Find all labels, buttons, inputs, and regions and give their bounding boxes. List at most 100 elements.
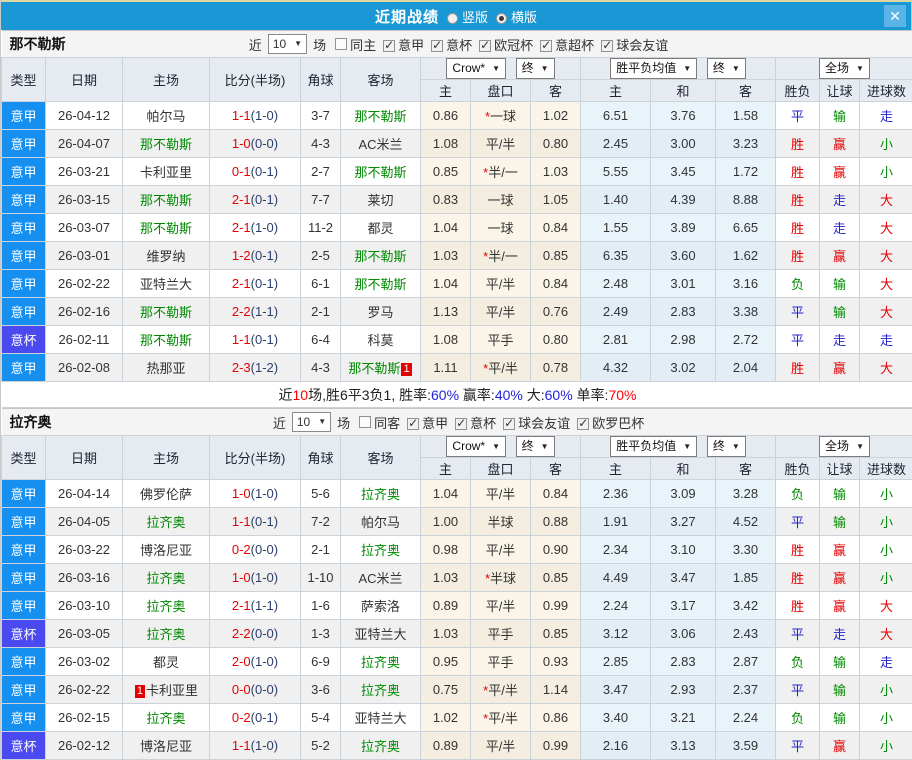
layout-radio[interactable] xyxy=(496,13,507,24)
cell-handicap: 平/半 xyxy=(471,732,531,760)
cell-avg-away: 3.38 xyxy=(716,298,776,326)
cell-corner: 11-2 xyxy=(301,214,341,242)
cell-avg-home: 1.91 xyxy=(581,508,651,536)
result-flag: 走 xyxy=(833,627,846,642)
col-header-away: 客场 xyxy=(341,58,421,102)
cell-corner: 2-1 xyxy=(301,536,341,564)
cell-type: 意甲 xyxy=(2,186,46,214)
odds-provider-select[interactable]: Crow* xyxy=(446,58,506,79)
cell-result-wdl: 负 xyxy=(776,704,820,732)
recent-results-panel: 近期战绩 竖版横版 那不勒斯 近 10 场 xyxy=(0,0,912,760)
league-checkbox[interactable] xyxy=(540,40,552,52)
cell-result-handicap: 赢 xyxy=(820,242,860,270)
average-final-select[interactable]: 终 xyxy=(707,436,746,457)
scope-select[interactable]: 全场 xyxy=(819,436,870,457)
average-odds-select[interactable]: 胜平负均值 xyxy=(610,58,697,79)
cell-home-team: 那不勒斯 xyxy=(123,214,210,242)
away-team-name: 拉齐奥 xyxy=(361,543,400,558)
away-team-name: 那不勒斯 xyxy=(354,109,406,124)
average-odds-select[interactable]: 胜平负均值 xyxy=(610,436,697,457)
filters-bar: 近 10 场 同客 意甲意杯球会友谊欧罗巴杯 xyxy=(271,412,644,432)
cell-odds-away: 0.99 xyxy=(531,592,581,620)
cell-handicap: 一球 xyxy=(471,186,531,214)
cell-type: 意甲 xyxy=(2,676,46,704)
league-checkbox[interactable] xyxy=(407,418,419,430)
fulltime-score: 1-1 xyxy=(232,514,251,529)
result-flag: 小 xyxy=(880,487,893,502)
league-checkbox[interactable] xyxy=(479,40,491,52)
same-venue-checkbox[interactable] xyxy=(359,416,371,428)
cell-home-team: 佛罗伦萨 xyxy=(123,480,210,508)
home-team-name: 1卡利亚里 xyxy=(134,683,198,698)
match-row: 意甲26-04-05拉齐奥1-1(0-1)7-2帕尔马1.00半球0.881.9… xyxy=(2,508,912,536)
col-header-score: 比分(半场) xyxy=(210,58,301,102)
result-flag: 大 xyxy=(880,221,893,236)
league-checkbox[interactable] xyxy=(431,40,443,52)
cell-corner: 6-1 xyxy=(301,270,341,298)
odds-final-select[interactable]: 终 xyxy=(516,436,555,457)
cell-avg-draw: 3.13 xyxy=(651,732,716,760)
red-number-badge: 1 xyxy=(401,363,411,376)
close-button[interactable] xyxy=(884,5,906,27)
result-flag: 胜 xyxy=(791,165,804,180)
result-flag: 胜 xyxy=(791,361,804,376)
away-team-name: 那不勒斯1 xyxy=(348,361,412,376)
league-checkbox[interactable] xyxy=(455,418,467,430)
odds-final-select[interactable]: 终 xyxy=(516,58,555,79)
league-checkbox[interactable] xyxy=(383,40,395,52)
cell-odds-away: 0.88 xyxy=(531,508,581,536)
same-venue-checkbox[interactable] xyxy=(335,38,347,50)
cell-result-wdl: 胜 xyxy=(776,186,820,214)
cell-corner: 2-1 xyxy=(301,298,341,326)
cell-result-goals: 大 xyxy=(860,270,912,298)
league-checkbox[interactable] xyxy=(601,40,613,52)
match-count-select[interactable]: 10 xyxy=(292,412,331,432)
cell-date: 26-02-12 xyxy=(46,732,123,760)
layout-radio[interactable] xyxy=(447,13,458,24)
cell-result-handicap: 赢 xyxy=(820,564,860,592)
average-final-select[interactable]: 终 xyxy=(707,58,746,79)
cell-avg-draw: 2.98 xyxy=(651,326,716,354)
cell-away-team: 拉齐奥 xyxy=(341,536,421,564)
cell-score: 1-2(0-1) xyxy=(210,242,301,270)
cell-home-team: 卡利亚里 xyxy=(123,158,210,186)
cell-corner: 2-5 xyxy=(301,242,341,270)
cell-result-handicap: 赢 xyxy=(820,130,860,158)
scope-select[interactable]: 全场 xyxy=(819,58,870,79)
cell-odds-home: 1.04 xyxy=(421,480,471,508)
league-checkbox[interactable] xyxy=(503,418,515,430)
match-row: 意杯26-02-11那不勒斯1-1(0-1)6-4科莫1.08平手0.802.8… xyxy=(2,326,912,354)
unit-label: 场 xyxy=(337,413,350,432)
result-flag: 小 xyxy=(880,543,893,558)
section-header: 那不勒斯 近 10 场 同主 意甲意杯欧冠杯意超杯球会友谊 xyxy=(2,31,912,57)
cell-avg-away: 2.87 xyxy=(716,648,776,676)
away-team-name: 亚特兰大 xyxy=(354,627,406,642)
league-checkbox-label: 球会友谊 xyxy=(616,38,668,53)
same-venue-label: 同主 xyxy=(350,35,376,54)
home-team-name: 拉齐奥 xyxy=(146,711,185,726)
cell-avg-draw: 3.02 xyxy=(651,354,716,382)
cell-avg-home: 3.40 xyxy=(581,704,651,732)
cell-result-goals: 走 xyxy=(860,326,912,354)
odds-provider-select[interactable]: Crow* xyxy=(446,436,506,457)
away-team-name: 帕尔马 xyxy=(361,515,400,530)
away-team-name: 莱切 xyxy=(367,193,393,208)
result-flag: 输 xyxy=(833,487,846,502)
cell-result-goals: 走 xyxy=(860,648,912,676)
cell-away-team: 那不勒斯 xyxy=(341,270,421,298)
cell-odds-away: 0.76 xyxy=(531,298,581,326)
cell-odds-home: 1.11 xyxy=(421,354,471,382)
away-team-name: AC米兰 xyxy=(358,137,402,152)
cell-result-wdl: 平 xyxy=(776,102,820,130)
fulltime-score: 2-2 xyxy=(232,626,251,641)
match-row: 意甲26-04-12帕尔马1-1(1-0)3-7那不勒斯0.86*一球1.026… xyxy=(2,102,912,130)
fulltime-score: 1-1 xyxy=(232,332,251,347)
match-count-select[interactable]: 10 xyxy=(268,34,307,54)
fulltime-score: 0-2 xyxy=(232,542,251,557)
result-flag: 走 xyxy=(880,333,893,348)
cell-corner: 5-4 xyxy=(301,704,341,732)
league-checkbox[interactable] xyxy=(577,418,589,430)
result-flag: 赢 xyxy=(833,571,846,586)
halftime-score: (0-0) xyxy=(251,626,278,641)
cell-date: 26-02-08 xyxy=(46,354,123,382)
